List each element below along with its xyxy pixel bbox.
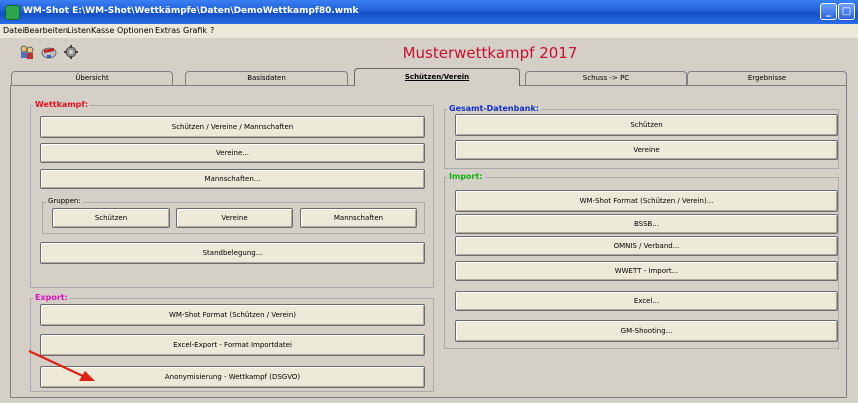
wwett-import-button[interactable]: WWETT - Import... [455, 261, 838, 281]
tab-schuetzen-verein[interactable]: Schützen/Verein [354, 68, 520, 86]
menu-help[interactable]: ? [210, 26, 214, 35]
menu-extras[interactable]: Extras [155, 26, 180, 35]
menu-grafik[interactable]: Grafik [183, 26, 207, 35]
wettkampf-label: Wettkampf: [33, 100, 91, 109]
annotation-arrow-icon [28, 350, 95, 381]
bssb-button[interactable]: BSSB... [455, 214, 838, 234]
users-icon[interactable] [18, 43, 36, 61]
standbelegung-button[interactable]: Standbelegung... [40, 242, 425, 264]
mannschaften-button[interactable]: Mannschaften... [40, 169, 425, 189]
export-wmshot-button[interactable]: WM-Shot Format (Schützen / Verein) [40, 304, 425, 326]
excel-export-button[interactable]: Excel-Export - Format Importdatei [40, 334, 425, 356]
gruppen-mannschaften-button[interactable]: Mannschaften [300, 208, 417, 228]
gruppen-schuetzen-button[interactable]: Schützen [52, 208, 170, 228]
gesamt-datenbank-label: Gesamt-Datenbank: [447, 104, 541, 113]
import-label: Import: [447, 172, 485, 181]
menu-bearbeiten[interactable]: Bearbeiten [24, 26, 68, 35]
gm-shooting-button[interactable]: GM-Shooting... [455, 320, 838, 342]
omnis-verband-button[interactable]: OMNIS / Verband... [455, 236, 838, 256]
schuetzen-vereine-mannschaften-button[interactable]: Schützen / Vereine / Mannschaften [40, 116, 425, 138]
tab-uebersicht[interactable]: Übersicht [11, 71, 173, 85]
minimize-button[interactable]: _ [820, 3, 837, 20]
tab-basisdaten[interactable]: Basisdaten [185, 71, 348, 85]
import-excel-button[interactable]: Excel... [455, 291, 838, 311]
gesamt-schuetzen-button[interactable]: Schützen [455, 114, 838, 136]
competition-title: Musterwettkampf 2017 [402, 44, 578, 62]
menu-listen[interactable]: Listen [67, 26, 91, 35]
menu-bar: Datei Bearbeiten Listen Kasse Optionen E… [0, 24, 858, 38]
import-wmshot-button[interactable]: WM-Shot Format (Schützen / Verein)... [455, 190, 838, 212]
gruppen-label: Gruppen: [46, 197, 83, 205]
anonymisierung-button[interactable]: Anonymisierung - Wettkampf (DSGVO) [40, 366, 425, 388]
tab-schuss-pc[interactable]: Schuss -> PC [525, 71, 687, 85]
menu-optionen[interactable]: Optionen [117, 26, 154, 35]
gruppen-vereine-button[interactable]: Vereine [176, 208, 293, 228]
settings-icon[interactable] [62, 43, 80, 61]
vereine-button[interactable]: Vereine... [40, 143, 425, 163]
app-icon [5, 5, 20, 20]
title-bar: WM-Shot E:\WM-Shot\Wettkämpfe\Daten\Demo… [0, 0, 858, 24]
shooter-icon[interactable] [40, 43, 58, 61]
menu-kasse[interactable]: Kasse [91, 26, 114, 35]
export-label: Export: [33, 293, 70, 302]
menu-datei[interactable]: Datei [3, 26, 24, 35]
tab-ergebnisse[interactable]: Ergebnisse [687, 71, 847, 85]
maximize-button[interactable]: □ [838, 3, 855, 20]
window-title: WM-Shot E:\WM-Shot\Wettkämpfe\Daten\Demo… [23, 6, 359, 16]
gesamt-vereine-button[interactable]: Vereine [455, 140, 838, 160]
